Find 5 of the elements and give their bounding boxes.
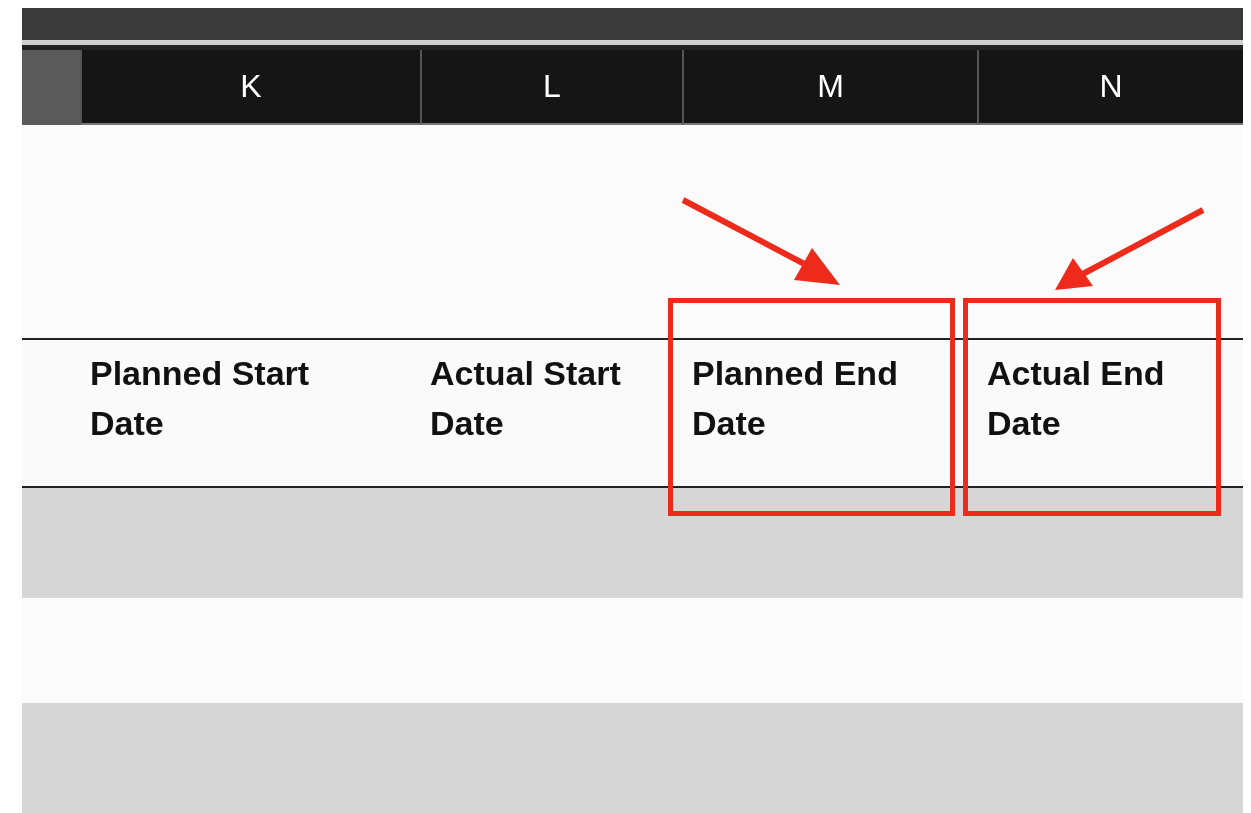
header-cell-text: Actual End Date: [987, 353, 1166, 444]
header-cell-text: Actual Start Date: [430, 353, 622, 444]
header-cell-text: Planned End Date: [692, 353, 899, 444]
header-cell-text: Planned Start Date: [90, 353, 311, 444]
select-all-corner[interactable]: [22, 50, 80, 125]
